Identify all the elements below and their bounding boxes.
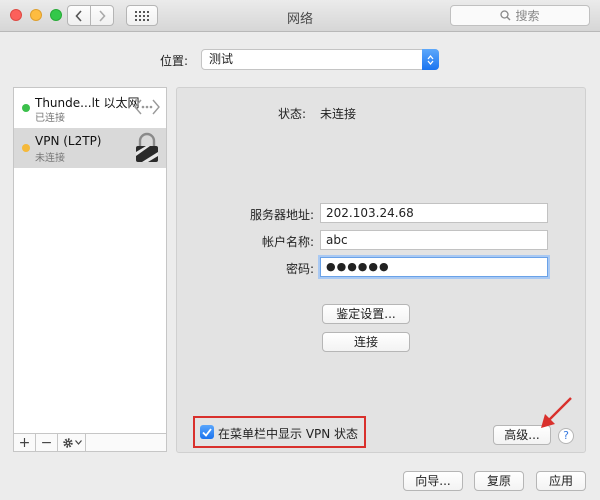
server-address-label: 服务器地址: bbox=[249, 208, 314, 222]
chevron-down-icon bbox=[74, 440, 82, 445]
search-icon bbox=[500, 10, 511, 21]
account-name-input[interactable]: abc bbox=[320, 230, 548, 250]
service-name: VPN (L2TP) bbox=[35, 134, 102, 148]
location-select[interactable]: 测试 bbox=[201, 49, 439, 70]
location-value: 测试 bbox=[209, 52, 234, 66]
account-name-label: 帐户名称: bbox=[261, 235, 314, 249]
show-vpn-status-checkbox[interactable] bbox=[200, 425, 214, 439]
connect-button[interactable]: 连接 bbox=[322, 332, 410, 352]
up-down-arrows-icon bbox=[427, 54, 434, 65]
gear-icon bbox=[62, 437, 73, 448]
lock-icon bbox=[136, 132, 158, 162]
assist-me-button[interactable]: 向导... bbox=[403, 471, 463, 491]
service-status: 已连接 bbox=[35, 113, 65, 124]
revert-button[interactable]: 复原 bbox=[474, 471, 524, 491]
service-list-toolbar: + − bbox=[13, 433, 167, 452]
status-dot bbox=[22, 144, 30, 152]
search-field[interactable]: 搜索 bbox=[450, 5, 590, 26]
title-bar: 网络 搜索 bbox=[0, 0, 600, 32]
status-value: 未连接 bbox=[320, 107, 357, 121]
location-label: 位置: bbox=[160, 54, 189, 68]
remove-service-button[interactable]: − bbox=[36, 434, 58, 451]
service-status: 未连接 bbox=[35, 153, 65, 164]
apply-button[interactable]: 应用 bbox=[536, 471, 586, 491]
red-arrow-annotation bbox=[541, 397, 572, 428]
service-item-ethernet[interactable]: Thunde...lt 以太网 已连接 bbox=[14, 88, 166, 128]
search-placeholder: 搜索 bbox=[515, 9, 540, 23]
status-label: 状态: bbox=[278, 107, 307, 121]
password-label: 密码: bbox=[285, 262, 314, 276]
show-vpn-status-label[interactable]: 在菜单栏中显示 VPN 状态 bbox=[218, 425, 358, 442]
service-item-vpn[interactable]: VPN (L2TP) 未连接 bbox=[14, 128, 166, 168]
action-menu-button[interactable] bbox=[58, 434, 86, 451]
location-stepper bbox=[422, 49, 439, 70]
add-service-button[interactable]: + bbox=[14, 434, 36, 451]
authentication-settings-button[interactable]: 鉴定设置... bbox=[322, 304, 410, 324]
server-address-input[interactable]: 202.103.24.68 bbox=[320, 203, 548, 223]
status-dot bbox=[22, 104, 30, 112]
ethernet-icon bbox=[134, 99, 160, 115]
password-input[interactable]: ●●●●●● bbox=[320, 257, 548, 277]
service-list: Thunde...lt 以太网 已连接 VPN (L2TP) 未连接 bbox=[13, 87, 167, 434]
checkmark-icon bbox=[202, 427, 212, 437]
